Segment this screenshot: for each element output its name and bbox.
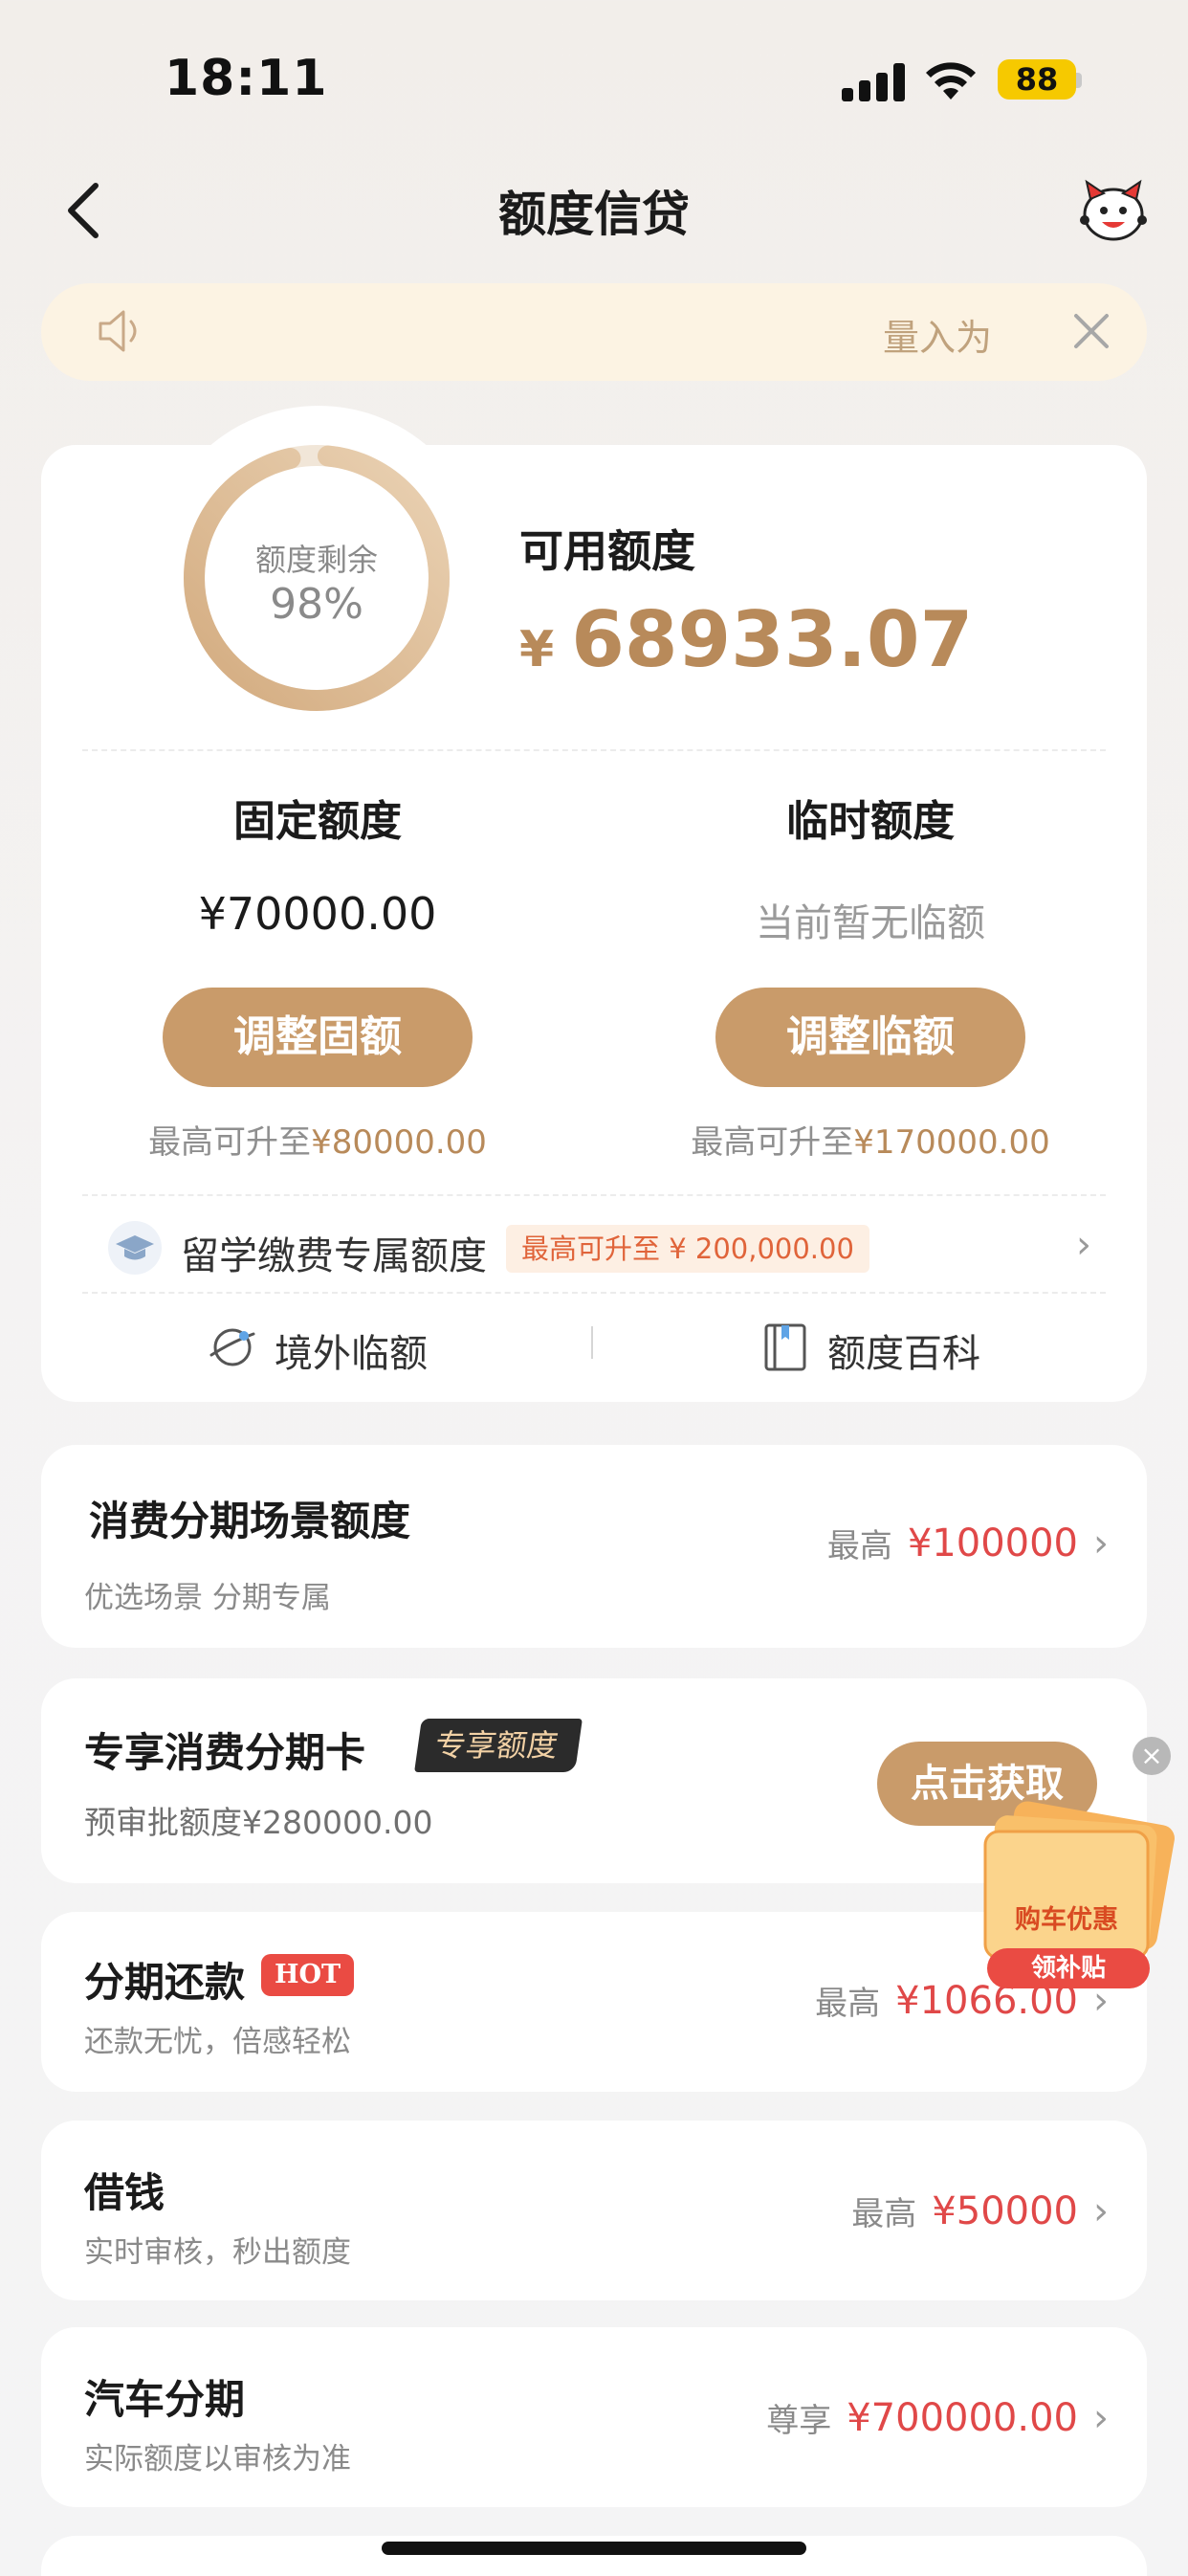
- study-abroad-tag: 最高可升至 ¥ 200,000.00: [506, 1225, 869, 1273]
- repay-card-title: 分期还款: [84, 1959, 246, 2006]
- notice-text: 量入为: [883, 317, 993, 359]
- temp-note-prefix: 最高可升至: [691, 1123, 854, 1162]
- divider: [82, 749, 1106, 751]
- ring-label: 额度剩余: [254, 542, 378, 578]
- promo-title: 购车优惠: [1015, 1905, 1118, 1935]
- available-label: 可用额度: [519, 525, 695, 577]
- chevron-right-icon: ›: [1093, 2395, 1109, 2440]
- speaker-icon: [99, 310, 137, 352]
- car-installment-card[interactable]: 汽车分期 实际额度以审核为准 尊享 ¥700000.00 ›: [41, 2327, 1147, 2507]
- currency-symbol: ¥: [519, 621, 555, 678]
- repay-right-label: 最高: [815, 1985, 881, 2023]
- temp-quota-title: 临时额度: [786, 797, 955, 846]
- fixed-quota-note: 最高可升至¥80000.00: [41, 1116, 594, 1163]
- car-card-right: 尊享 ¥700000.00 ›: [766, 2394, 1109, 2441]
- mascot-service-icon[interactable]: [1079, 178, 1148, 241]
- fixed-note-prefix: 最高可升至: [148, 1123, 312, 1162]
- divider: [82, 1194, 1106, 1196]
- scene-quota-card[interactable]: 消费分期场景额度 优选场景 分期专属 最高 ¥100000 ›: [41, 1445, 1147, 1648]
- car-right-label: 尊享: [766, 2402, 832, 2440]
- available-amount-value: 68933.07: [571, 595, 974, 684]
- repay-card-sub: 还款无忧，倍感轻松: [84, 2025, 351, 2059]
- borrow-right-label: 最高: [851, 2195, 917, 2233]
- adjust-temp-button[interactable]: 调整临额: [715, 988, 1025, 1087]
- quota-encyclopedia-link[interactable]: 额度百科: [760, 1319, 1047, 1376]
- claim-subsidy-button[interactable]: 领补贴: [987, 1948, 1150, 1988]
- scene-right-label: 最高: [826, 1527, 892, 1566]
- car-card-title: 汽车分期: [84, 2376, 246, 2423]
- temp-quota-value: 当前暂无临额: [756, 901, 985, 945]
- ring-value: 98%: [270, 580, 363, 629]
- overseas-quota-link[interactable]: 境外临额: [208, 1319, 590, 1376]
- borrow-card-sub: 实时审核，秒出额度: [84, 2235, 351, 2270]
- home-indicator: [382, 2542, 806, 2555]
- fixed-quota-title: 固定额度: [233, 797, 402, 846]
- car-right-value: ¥700000.00: [847, 2395, 1078, 2440]
- study-abroad-label: 留学缴费专属额度: [181, 1234, 487, 1278]
- quota-links-row: 境外临额 额度百科: [41, 1311, 1147, 1382]
- temp-quota-note: 最高可升至¥170000.00: [594, 1116, 1147, 1163]
- promo-close-icon[interactable]: ×: [1133, 1737, 1171, 1775]
- book-icon: [764, 1323, 806, 1371]
- graduation-cap-icon: [108, 1221, 162, 1275]
- chevron-right-icon: ›: [1076, 1223, 1091, 1267]
- chevron-right-icon: ›: [1093, 1521, 1109, 1566]
- scene-quota-title: 消费分期场景额度: [89, 1498, 411, 1544]
- cellular-signal-icon: [842, 63, 907, 101]
- wifi-icon: [926, 62, 976, 100]
- temp-note-value: ¥170000.00: [853, 1123, 1050, 1162]
- scene-right-value: ¥100000: [907, 1521, 1078, 1566]
- scene-quota-right: 最高 ¥100000 ›: [827, 1520, 1109, 1566]
- car-card-sub: 实际额度以审核为准: [84, 2442, 351, 2476]
- available-amount: ¥68933.07: [519, 595, 973, 684]
- planet-icon: [209, 1328, 255, 1366]
- overseas-quota-label: 境外临额: [275, 1332, 428, 1376]
- exclusive-card-sub: 预审批额度¥280000.00: [84, 1804, 433, 1841]
- fixed-quota-value: ¥70000.00: [198, 888, 437, 940]
- exclusive-card-title: 专享消费分期卡: [84, 1729, 366, 1776]
- scene-quota-sub: 优选场景 分期专属: [84, 1581, 331, 1615]
- borrow-card[interactable]: 借钱 实时审核，秒出额度 最高 ¥50000 ›: [41, 2121, 1147, 2300]
- chevron-right-icon: ›: [1093, 2188, 1109, 2233]
- divider: [82, 1292, 1106, 1294]
- fixed-note-value: ¥80000.00: [311, 1123, 487, 1162]
- borrow-right-value: ¥50000: [932, 2188, 1078, 2233]
- status-time: 18:11: [165, 50, 328, 107]
- exclusive-badge: 专享额度: [414, 1719, 583, 1772]
- battery-tip: [1076, 73, 1082, 88]
- divider: [591, 1326, 593, 1359]
- hot-badge: HOT: [261, 1954, 355, 1996]
- borrow-card-title: 借钱: [84, 2169, 165, 2216]
- close-icon[interactable]: [1068, 308, 1114, 354]
- battery-icon: 88: [998, 59, 1076, 100]
- car-subsidy-promo[interactable]: 购车优惠 领补贴: [966, 1799, 1182, 1990]
- page-title: 额度信贷: [498, 187, 690, 242]
- adjust-fixed-button[interactable]: 调整固额: [163, 988, 473, 1087]
- notice-bar[interactable]: 量入为: [41, 283, 1147, 381]
- quota-encyclopedia-label: 额度百科: [827, 1332, 980, 1376]
- borrow-card-right: 最高 ¥50000 ›: [851, 2187, 1109, 2234]
- study-abroad-quota-row[interactable]: 留学缴费专属额度 最高可升至 ¥ 200,000.00 ›: [41, 1204, 1147, 1292]
